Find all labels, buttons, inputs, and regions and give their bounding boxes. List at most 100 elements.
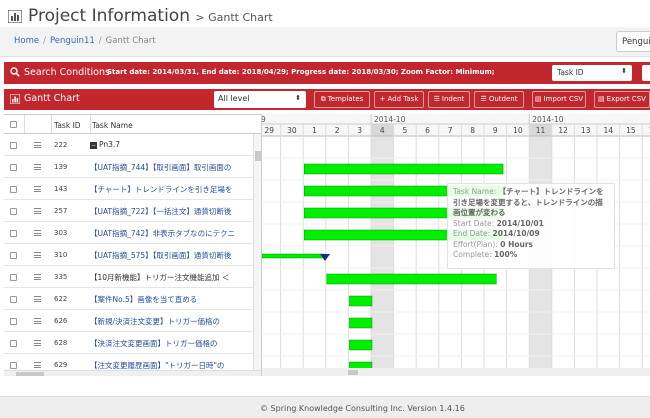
table-row[interactable]: 335 【10月新機能】トリガー注文機能追加 ＜ [4,266,261,288]
task-bar[interactable] [326,273,497,285]
table-row[interactable]: 143 【チャート】トレンドラインを引き足場を [4,178,261,200]
row-checkbox[interactable] [10,252,17,259]
tooltip-effort-label: Effort(Plan): [453,239,498,249]
scrollbar-thumb[interactable] [16,372,44,376]
table-row[interactable]: 257 【UAT指摘_722】【一括注文】通貨切断後 [4,200,261,222]
search-conditions-bar[interactable]: Search Conditions Start date: 2014/03/31… [4,62,650,84]
task-bar[interactable] [349,317,373,329]
row-checkbox[interactable] [10,296,17,303]
summary-bar[interactable] [262,253,325,259]
task-id-cell: 222 [54,141,68,149]
scrollbar-thumb[interactable] [255,151,261,161]
task-id-cell: 626 [54,317,68,325]
level-select[interactable]: All level ⬍ [214,91,306,108]
export-csv-button[interactable]: ▤ Export CSV [594,91,650,108]
row-checkbox[interactable] [10,208,17,215]
task-name-text: 【UAT指摘_744】【取引画面】取引画面の [90,163,232,172]
task-name-cell[interactable]: 【決済注文変更画面】トリガー価格の [90,338,250,349]
day-label: 29 [265,126,275,135]
drag-handle-icon[interactable] [34,318,41,324]
add-task-button[interactable]: + Add Task [374,91,424,108]
task-id-cell: 622 [54,295,68,303]
drag-handle-icon[interactable] [34,208,41,214]
day-label: 14 [604,126,614,135]
task-name-cell[interactable]: 【UAT指摘_722】【一括注文】通貨切断後 [90,206,250,217]
drag-handle-icon[interactable] [34,230,41,236]
task-name-text: 【決済注文変更画面】トリガー価格の [90,339,218,348]
day-label: 12 [558,126,568,135]
task-id-cell: 257 [54,207,68,215]
task-name-cell[interactable]: 【新規/決済注文変更】トリガー価格の [90,316,250,327]
import-csv-button[interactable]: ▤ Import CSV [532,91,586,108]
outdent-label: Outdent [488,95,518,103]
task-id-column-header[interactable]: Task ID [52,121,90,130]
chart-horizontal-scrollbar[interactable] [262,368,650,376]
table-row[interactable]: 626 【新規/決済注文変更】トリガー価格の [4,310,261,332]
drag-handle-icon[interactable] [34,296,41,302]
tooltip-end-label: End Date: [453,229,491,238]
sort-field-select[interactable]: Task ID ⬍ [552,65,632,81]
plus-icon: + [379,95,386,103]
task-name-cell[interactable]: 【UAT指摘_575】【取引画面】通貨切断後 [90,250,250,261]
drag-handle-icon[interactable] [34,340,41,346]
drag-handle-icon[interactable] [34,142,41,148]
task-name-text: 【新規/決済注文変更】トリガー価格の [90,317,221,326]
task-bar[interactable] [349,295,373,307]
export-csv-label: Export CSV [606,95,646,103]
grid-horizontal-scrollbar[interactable] [4,370,261,376]
row-checkbox[interactable] [10,230,17,237]
table-row[interactable]: 303 【UAT指摘_742】非表示タブなのにテクニ [4,222,261,244]
task-name-cell[interactable]: 【UAT指摘_742】非表示タブなのにテクニ [90,228,250,239]
breadcrumb-current: Gantt Chart [105,36,156,46]
task-bar[interactable] [303,163,504,175]
collapse-toggle-icon[interactable]: − [90,141,97,149]
level-select-value: All level [218,94,250,103]
row-checkbox[interactable] [10,274,17,281]
task-bar[interactable] [349,339,373,351]
drag-handle-icon[interactable] [34,252,41,258]
drag-handle-icon[interactable] [34,186,41,192]
task-id-cell: 139 [54,163,68,171]
tooltip-name-label: Task Name: [453,187,497,196]
search-conditions-label: Search Conditions [24,67,110,78]
task-name-column-header[interactable]: Task Name [90,121,250,130]
outdent-button[interactable]: ☰ Outdent [474,91,524,108]
templates-button[interactable]: ⧉ Templates [314,91,370,108]
breadcrumb-project-link[interactable]: Penguin11 [50,36,95,46]
row-checkbox[interactable] [10,142,17,149]
row-checkbox[interactable] [10,340,17,347]
day-label: 2 [335,126,340,135]
sort-field-value: Task ID [557,68,584,77]
task-grid-header: Task ID Task Name [4,114,261,134]
table-row[interactable]: 310 【UAT指摘_575】【取引画面】通貨切断後 [4,244,261,266]
task-name-cell[interactable]: − Pn3.7 [90,140,250,149]
row-checkbox[interactable] [10,164,17,171]
table-row[interactable]: 222 − Pn3.7 [4,134,261,156]
row-checkbox[interactable] [10,186,17,193]
task-name-cell[interactable]: 【案件No.5】画像を当て直める [90,294,250,305]
task-name-cell[interactable]: 【10月新機能】トリガー注文機能追加 ＜ [90,272,250,283]
table-row[interactable]: 139 【UAT指摘_744】【取引画面】取引画面の [4,156,261,178]
task-name-cell[interactable]: 【チャート】トレンドラインを引き足場を [90,184,250,195]
indent-button[interactable]: ☰ Indent [428,91,470,108]
grid-vertical-scrollbar[interactable] [253,134,261,370]
task-grid: Task ID Task Name 222 − Pn3.7 139 【UAT指摘_744… [4,114,262,376]
table-row[interactable]: 628 【決済注文変更画面】トリガー価格の [4,332,261,354]
task-name-cell[interactable]: 【UAT指摘_744】【取引画面】取引画面の [90,162,250,173]
day-label: 15 [626,126,636,135]
select-all-checkbox[interactable] [10,121,17,128]
search-input[interactable] [642,65,650,81]
drag-handle-icon[interactable] [34,274,41,280]
day-label: 7 [448,126,453,135]
row-checkbox[interactable] [10,362,17,369]
task-name-text: Pn3.7 [99,140,121,149]
drag-handle-icon[interactable] [34,164,41,170]
search-conditions-summary: Start date: 2014/03/31, End date: 2018/0… [107,68,495,76]
breadcrumb-home-link[interactable]: Home [14,36,39,46]
drag-handle-icon[interactable] [34,362,41,368]
row-checkbox[interactable] [10,318,17,325]
scrollbar-thumb[interactable] [348,370,358,375]
task-name-text: 【UAT指摘_722】【一括注文】通貨切断後 [90,207,232,216]
table-row[interactable]: 622 【案件No.5】画像を当て直める [4,288,261,310]
user-menu-button[interactable]: Penguin [616,31,650,52]
